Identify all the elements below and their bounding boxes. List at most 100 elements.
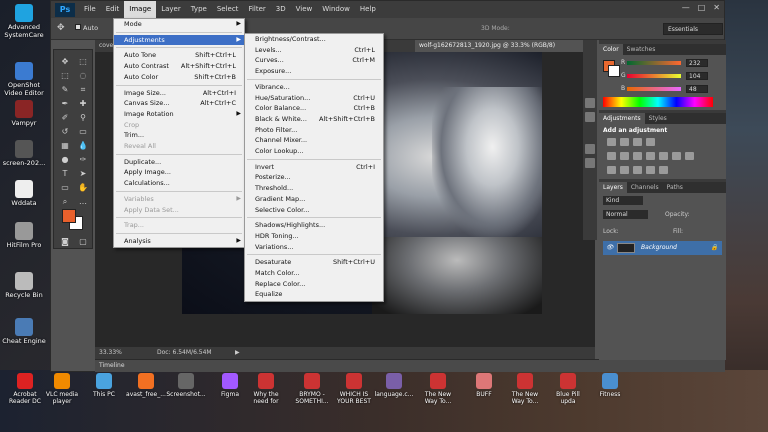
menu-item-mode[interactable]: Mode ▶ — [114, 19, 244, 30]
taskbar-icon-11[interactable]: BUFF — [464, 373, 504, 398]
blur-tool-icon[interactable]: 💧 — [76, 140, 90, 152]
exposure-icon[interactable] — [646, 138, 655, 146]
tab-styles[interactable]: Styles — [645, 113, 671, 124]
quick-mask-icon[interactable]: ◙ — [58, 236, 72, 248]
menu-item-photo-filter[interactable]: Photo Filter... — [245, 125, 383, 136]
levels-icon[interactable] — [620, 138, 629, 146]
artboard-tool-icon[interactable]: ⬚ — [76, 56, 90, 68]
document-tab-wolf[interactable]: wolf-g162672813_1920.jpg @ 33.3% (RGB/8) — [415, 40, 595, 52]
zoom-tool-icon[interactable]: ⌕ — [58, 196, 72, 208]
menu-item-equalize[interactable]: Equalize — [245, 289, 383, 300]
status-arrow-icon[interactable]: ▶ — [235, 347, 240, 359]
menu-item-trap[interactable]: Trap... — [114, 220, 244, 231]
menu-item-image-rotation[interactable]: Image Rotation ▶ — [114, 109, 244, 120]
menu-layer[interactable]: Layer — [156, 1, 186, 18]
menu-item-shadows-highlights[interactable]: Shadows/Highlights... — [245, 220, 383, 231]
green-value[interactable]: 104 — [686, 72, 708, 80]
taskbar-icon-12[interactable]: The New Way To... — [505, 373, 545, 405]
quick-select-tool-icon[interactable]: ✎ — [58, 84, 72, 96]
color-bg-swatch[interactable] — [608, 65, 620, 77]
color-spectrum[interactable] — [603, 97, 713, 107]
desktop-icon-2[interactable]: Vampyr — [1, 100, 47, 128]
menu-item-auto-contrast[interactable]: Auto Contrast Alt+Shift+Ctrl+L — [114, 61, 244, 72]
dodge-tool-icon[interactable]: ● — [58, 154, 72, 166]
taskbar-icon-14[interactable]: Fitness — [590, 373, 630, 398]
menu-help[interactable]: Help — [355, 1, 381, 18]
desktop-icon-7[interactable]: Cheat Engine — [1, 318, 47, 346]
character-panel-icon[interactable] — [585, 144, 595, 154]
type-tool-icon[interactable]: T — [58, 168, 72, 180]
tab-swatches[interactable]: Swatches — [623, 44, 660, 55]
menu-item-desaturate[interactable]: Desaturate Shift+Ctrl+U — [245, 257, 383, 268]
menu-item-levels[interactable]: Levels... Ctrl+L — [245, 45, 383, 56]
menu-item-black-white[interactable]: Black & White... Alt+Shift+Ctrl+B — [245, 114, 383, 125]
threshold-icon[interactable] — [633, 166, 642, 174]
taskbar-icon-0[interactable]: Acrobat Reader DC — [5, 373, 45, 405]
menu-filter[interactable]: Filter — [243, 1, 270, 18]
desktop-icon-4[interactable]: Wddata — [1, 180, 47, 208]
menu-select[interactable]: Select — [212, 1, 244, 18]
gradient-map-icon[interactable] — [646, 166, 655, 174]
eraser-tool-icon[interactable]: ▭ — [76, 126, 90, 138]
tab-layers[interactable]: Layers — [599, 182, 627, 193]
menu-item-adjustments[interactable]: Adjustments ▶ — [114, 34, 244, 46]
menu-item-apply-image[interactable]: Apply Image... — [114, 167, 244, 178]
menu-file[interactable]: File — [79, 1, 101, 18]
menu-item-hdr-toning[interactable]: HDR Toning... — [245, 231, 383, 242]
taskbar-icon-4[interactable]: Screenshot... — [166, 373, 206, 398]
taskbar-icon-1[interactable]: VLC media player — [42, 373, 82, 405]
taskbar-icon-7[interactable]: BRYMO - SOMETHI... — [292, 373, 332, 405]
minimize-icon[interactable]: — — [682, 3, 690, 12]
menu-item-analysis[interactable]: Analysis ▶ — [114, 236, 244, 247]
desktop-icon-1[interactable]: OpenShot Video Editor — [1, 62, 47, 97]
hand-tool-icon[interactable]: ✋ — [76, 182, 90, 194]
foreground-color-swatch[interactable] — [62, 209, 76, 223]
screen-mode-icon[interactable]: ▢ — [76, 236, 90, 248]
bw-icon[interactable] — [646, 152, 655, 160]
desktop-icon-6[interactable]: Recycle Bin — [1, 272, 47, 300]
path-select-tool-icon[interactable]: ➤ — [76, 168, 90, 180]
menu-image[interactable]: Image — [124, 1, 157, 18]
menu-item-curves[interactable]: Curves... Ctrl+M — [245, 55, 383, 66]
pen-tool-icon[interactable]: ✑ — [76, 154, 90, 166]
marquee-tool-icon[interactable]: ⬚ — [58, 70, 72, 82]
menu-edit[interactable]: Edit — [101, 1, 125, 18]
menu-item-vibrance[interactable]: Vibrance... — [245, 82, 383, 93]
blend-mode-select[interactable]: Normal — [603, 210, 648, 219]
move-tool-icon[interactable]: ✥ — [57, 23, 65, 33]
menu-item-apply-data-set[interactable]: Apply Data Set... — [114, 205, 244, 216]
menu-item-crop[interactable]: Crop — [114, 120, 244, 131]
menu-item-invert[interactable]: Invert Ctrl+I — [245, 162, 383, 173]
move-tool-icon[interactable]: ✥ — [58, 56, 72, 68]
curves-icon[interactable] — [633, 138, 642, 146]
menu-item-posterize[interactable]: Posterize... — [245, 172, 383, 183]
menu-window[interactable]: Window — [317, 1, 355, 18]
gradient-tool-icon[interactable]: ▦ — [58, 140, 72, 152]
menu-item-threshold[interactable]: Threshold... — [245, 183, 383, 194]
lasso-tool-icon[interactable]: ◌ — [76, 70, 90, 82]
posterize-icon[interactable] — [620, 166, 629, 174]
tab-channels[interactable]: Channels — [627, 182, 663, 193]
red-slider[interactable]: R 232 — [621, 59, 708, 67]
stamp-tool-icon[interactable]: ⚲ — [76, 112, 90, 124]
menu-item-gradient-map[interactable]: Gradient Map... — [245, 194, 383, 205]
more-tools-icon[interactable]: … — [76, 196, 90, 208]
crop-tool-icon[interactable]: ⌗ — [76, 84, 90, 96]
menu-item-channel-mixer[interactable]: Channel Mixer... — [245, 135, 383, 146]
menu-item-auto-tone[interactable]: Auto Tone Shift+Ctrl+L — [114, 50, 244, 61]
menu-item-color-lookup[interactable]: Color Lookup... — [245, 146, 383, 157]
hue-icon[interactable] — [620, 152, 629, 160]
tab-color[interactable]: Color — [599, 44, 623, 55]
taskbar-icon-6[interactable]: Why the need for — [246, 373, 286, 405]
menu-item-variations[interactable]: Variations... — [245, 242, 383, 253]
shape-tool-icon[interactable]: ▭ — [58, 182, 72, 194]
brush-tool-icon[interactable]: ✐ — [58, 112, 72, 124]
menu-item-calculations[interactable]: Calculations... — [114, 178, 244, 189]
blue-value[interactable]: 48 — [686, 85, 708, 93]
properties-panel-icon[interactable] — [585, 112, 595, 122]
desktop-icon-5[interactable]: HitFilm Pro — [1, 222, 47, 250]
menu-item-exposure[interactable]: Exposure... — [245, 66, 383, 77]
healing-tool-icon[interactable]: ✚ — [76, 98, 90, 110]
blue-slider[interactable]: B 48 — [621, 85, 708, 93]
timeline-panel[interactable]: Timeline — [95, 359, 725, 372]
